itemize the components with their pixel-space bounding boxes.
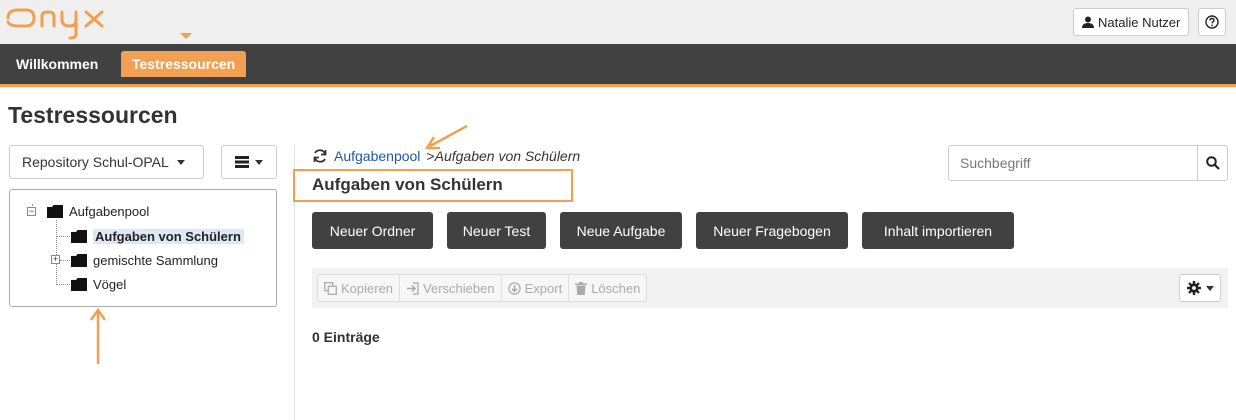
delete-label: Löschen (591, 280, 641, 296)
export-icon (507, 281, 521, 295)
new-questionnaire-button[interactable]: Neuer Fragebogen (696, 212, 848, 249)
tree-item-label: Vögel (93, 276, 127, 292)
main-nav: Willkommen Testressourcen (0, 44, 1236, 84)
list-menu-icon (235, 156, 249, 168)
active-tab-indicator (180, 33, 192, 39)
folder-icon (71, 229, 87, 243)
tree-menu-button[interactable] (221, 145, 277, 179)
copy-label: Kopieren (341, 280, 394, 296)
user-menu-button[interactable]: Natalie Nutzer (1073, 8, 1190, 36)
folder-tree: − Aufgabenpool Aufgaben von Schülern + g… (9, 189, 277, 307)
toolbar-button-group: Kopieren Verschieben Export Löschen (317, 274, 648, 302)
repository-select[interactable]: Repository Schul-OPAL (9, 145, 204, 179)
selection-toolbar: Kopieren Verschieben Export Löschen (312, 268, 1228, 308)
folder-icon (71, 277, 87, 291)
nav-tab-welcome[interactable]: Willkommen (16, 44, 98, 84)
move-button[interactable]: Verschieben (400, 275, 502, 301)
caret-down-icon (255, 159, 263, 165)
settings-menu-button[interactable] (1179, 274, 1221, 302)
nav-accent-line (0, 84, 1236, 87)
delete-button[interactable]: Löschen (569, 275, 646, 301)
tree-connector (56, 236, 70, 237)
folder-icon (71, 253, 87, 267)
caret-down-icon (176, 159, 185, 165)
page-title: Testressourcen (8, 102, 178, 128)
tree-item-label: gemischte Sammlung (93, 252, 218, 268)
export-button[interactable]: Export (502, 275, 570, 301)
user-name: Natalie Nutzer (1098, 14, 1181, 30)
onyx-logo[interactable] (4, 4, 124, 40)
search-icon (1205, 156, 1220, 170)
gear-icon (1186, 281, 1201, 295)
caret-down-icon (1205, 285, 1214, 291)
tree-expand-toggle[interactable]: + (51, 255, 60, 264)
search-button[interactable] (1197, 146, 1227, 180)
folder-heading: Aufgaben von Schülern (312, 175, 503, 194)
help-button[interactable] (1198, 8, 1226, 36)
tree-item-label-selected: Aufgaben von Schülern (93, 228, 244, 244)
refresh-icon[interactable] (312, 148, 328, 164)
tree-collapse-toggle[interactable]: − (27, 207, 36, 216)
move-label: Verschieben (423, 280, 495, 296)
copy-button[interactable]: Kopieren (318, 275, 401, 301)
tree-item-aufgabenpool[interactable]: Aufgabenpool (47, 202, 149, 220)
help-icon (1205, 15, 1219, 29)
user-icon (1082, 16, 1094, 28)
new-test-button[interactable]: Neuer Test (447, 212, 546, 249)
tree-connector (56, 220, 57, 285)
tree-item-aufgaben-von-schuelern[interactable]: Aufgaben von Schülern (71, 227, 244, 245)
breadcrumb-link-aufgabenpool[interactable]: Aufgabenpool (334, 148, 420, 164)
annotation-arrow-diagonal (424, 124, 468, 150)
search-box (948, 145, 1228, 181)
copy-icon (324, 281, 337, 295)
annotation-arrow-up (89, 308, 107, 364)
tree-item-label: Aufgabenpool (69, 203, 150, 219)
nav-tab-test-resources[interactable]: Testressourcen (121, 51, 247, 77)
trash-icon (575, 281, 588, 295)
tree-item-voegel[interactable]: Vögel (71, 275, 126, 293)
entries-count: 0 Einträge (312, 329, 380, 345)
folder-icon (47, 204, 63, 218)
repository-select-label: Repository Schul-OPAL (22, 154, 169, 170)
tree-item-gemischte-sammlung[interactable]: gemischte Sammlung (71, 251, 218, 269)
import-content-button[interactable]: Inhalt importieren (862, 212, 1014, 249)
search-input[interactable] (949, 146, 1197, 180)
tree-connector (56, 284, 70, 285)
new-task-button[interactable]: Neue Aufgabe (560, 212, 682, 249)
export-label: Export (524, 280, 563, 296)
tree-connector (60, 260, 70, 261)
move-icon (407, 281, 419, 295)
new-folder-button[interactable]: Neuer Ordner (312, 212, 433, 249)
